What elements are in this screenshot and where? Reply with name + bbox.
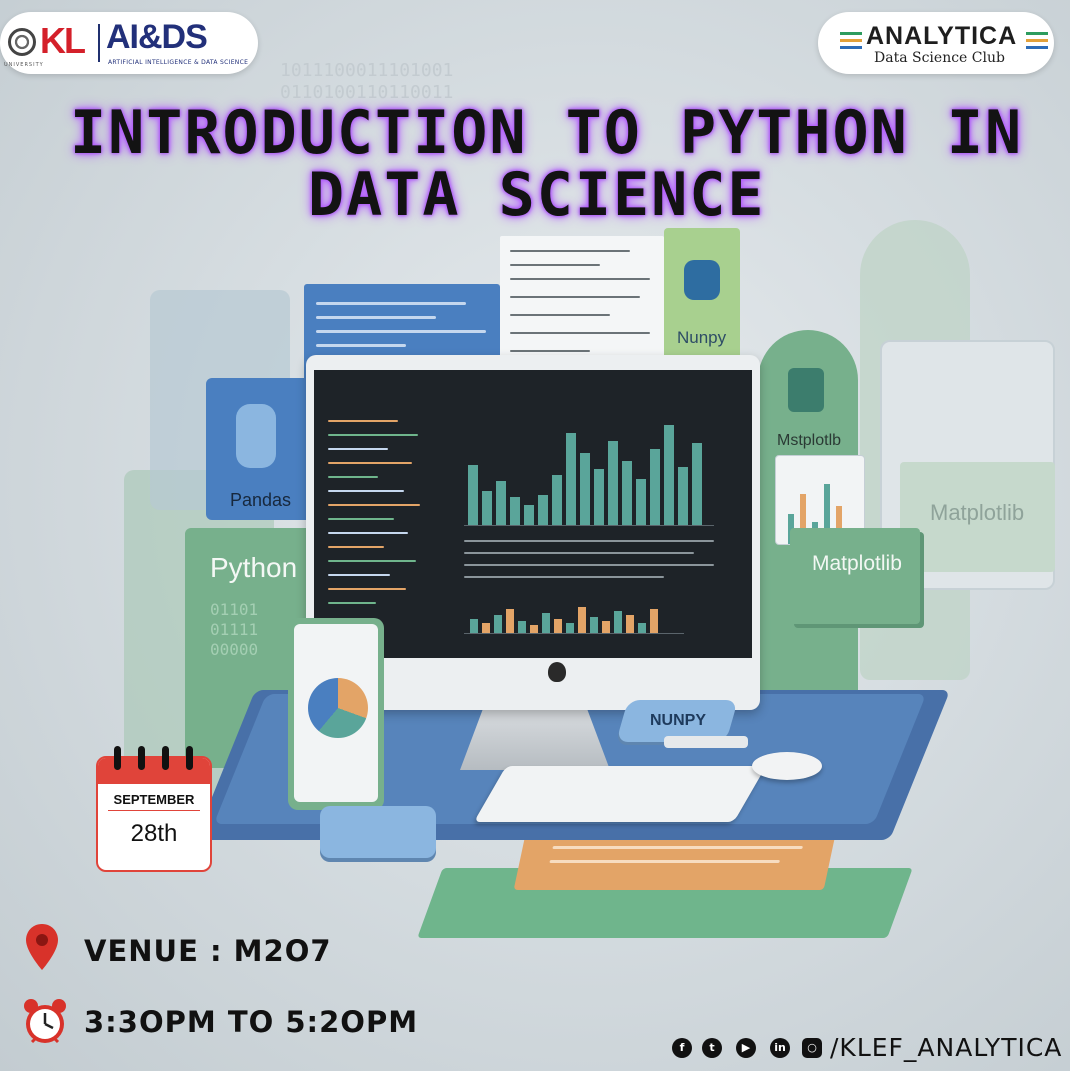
monitor-chart (464, 410, 714, 526)
alarm-clock-icon (22, 998, 68, 1046)
logo-divider (98, 24, 100, 62)
pie-chart (308, 678, 368, 738)
calendar-divider (108, 810, 200, 811)
date-calendar: SEPTEMBER 28th (96, 746, 212, 872)
apple-logo-icon (548, 662, 566, 682)
university-text: UNIVERSITY (4, 62, 44, 68)
logo-stripe-icon (840, 32, 862, 35)
binary-python: 01101 01111 00000 (210, 600, 259, 659)
club-name: ANALYTICA (866, 22, 1018, 50)
linkedin-icon[interactable]: in (770, 1038, 790, 1058)
keyboard (473, 766, 767, 822)
kl-logo-text: KL (40, 20, 86, 61)
tablet (288, 618, 384, 810)
kl-aids-logo: KL UNIVERSITY AI&DS ARTIFICIAL INTELLIGE… (0, 12, 258, 74)
matplotlib-icon (788, 368, 824, 412)
department-logo-text: AI&DS (106, 18, 208, 56)
numpy-box-label: NUNPY (650, 712, 707, 729)
club-subtitle: Data Science Club (874, 50, 1005, 66)
location-pin-icon (24, 922, 60, 972)
social-handle[interactable]: /KLEF_ANALYTICA (830, 1033, 1062, 1062)
department-full-name: ARTIFICIAL INTELLIGENCE & DATA SCIENCE (108, 59, 249, 66)
calendar-day: 28th (130, 820, 178, 847)
matplotlib-label-2: Mstplotlb (777, 432, 842, 449)
instagram-icon[interactable]: ○ (802, 1038, 822, 1058)
calendar-month: SEPTEMBER (113, 792, 195, 807)
logo-stripe-icon (1026, 46, 1048, 49)
university-seal-icon (8, 28, 36, 56)
event-title-line-2: DATA SCIENCE (308, 160, 766, 230)
monitor-small-chart (464, 588, 684, 634)
pandas-icon (236, 404, 276, 468)
analytica-logo: ANALYTICA Data Science Club (818, 12, 1054, 74)
python-label: Python (210, 552, 298, 583)
mouse (752, 752, 822, 780)
calendar-ring-icon (186, 746, 193, 770)
pandas-label: Pandas (230, 490, 292, 510)
calendar-ring-icon (162, 746, 169, 770)
numpy-label: Nunpy (677, 328, 727, 347)
blue-device (320, 806, 436, 858)
python-logo-icon (684, 260, 720, 300)
youtube-icon[interactable]: ▶ (736, 1038, 756, 1058)
matplotlib-box (790, 528, 920, 624)
matplotlib-label: Matplotlib (812, 552, 902, 575)
event-title-line-1: INTRODUCTION TO PYTHON IN (70, 98, 1024, 168)
facebook-icon[interactable]: f (672, 1038, 692, 1058)
twitter-icon[interactable]: t (702, 1038, 722, 1058)
venue-text: VENUE : M2O7 (84, 934, 332, 968)
calendar-ring-icon (114, 746, 121, 770)
matplotlib-label-3: Matplotlib (930, 500, 1025, 525)
time-text: 3:3OPM TO 5:2OPM (84, 1005, 419, 1039)
calendar-ring-icon (138, 746, 145, 770)
flat-pad (664, 736, 748, 748)
logo-stripe-icon (1026, 32, 1048, 35)
logo-stripe-icon (840, 39, 862, 42)
monitor-screen (314, 370, 752, 658)
logo-stripe-icon (1026, 39, 1048, 42)
logo-stripe-icon (840, 46, 862, 49)
